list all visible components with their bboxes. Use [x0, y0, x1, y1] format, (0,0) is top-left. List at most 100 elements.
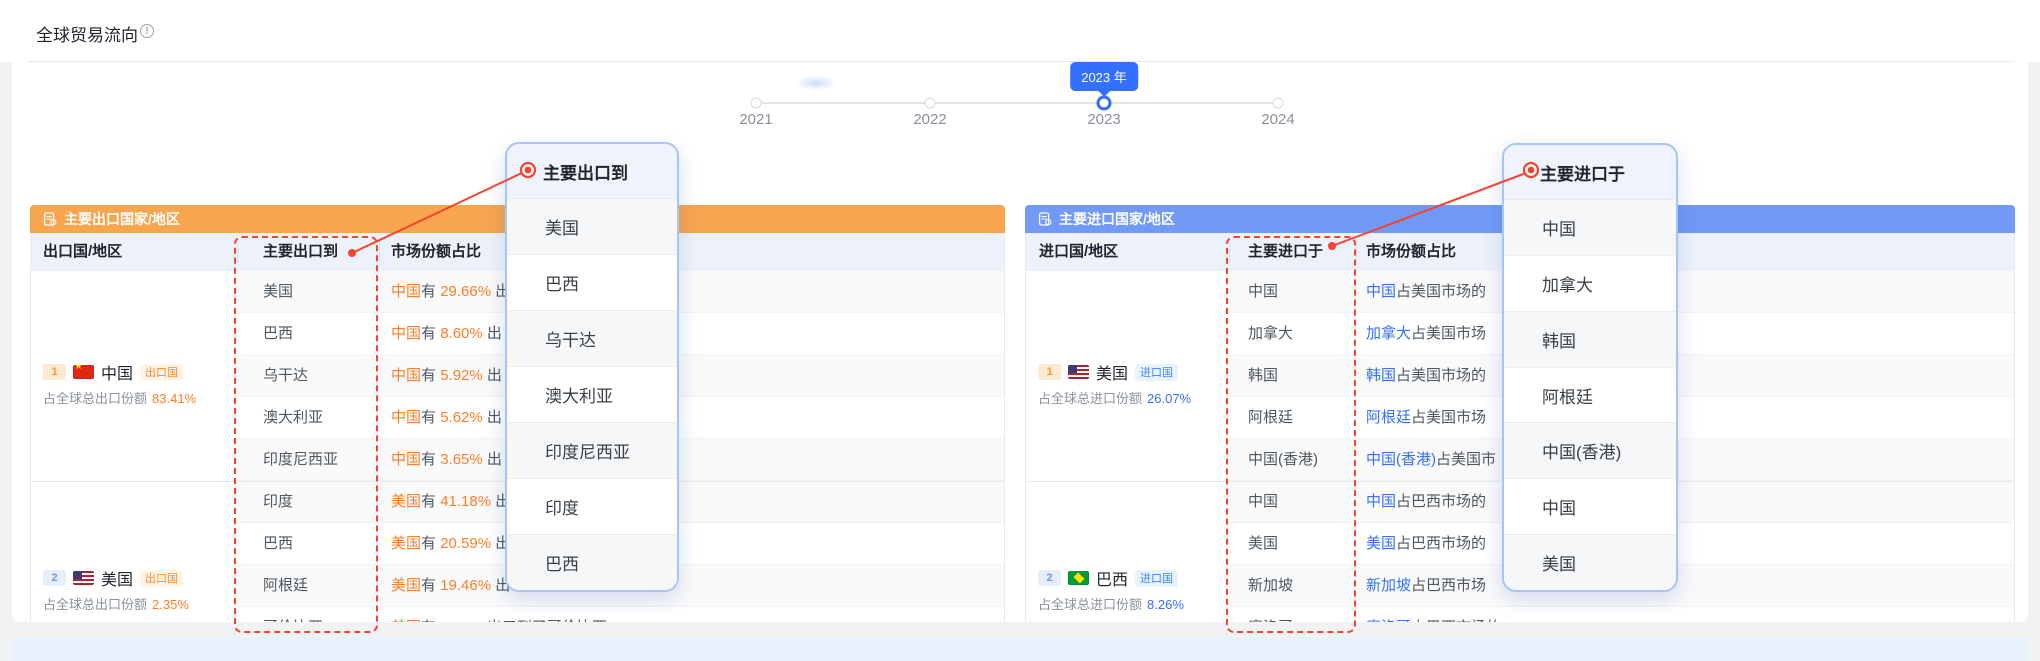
role-badge: 出口国: [140, 364, 183, 381]
country-name: 美国: [1096, 360, 1128, 384]
share-text: 有: [421, 451, 440, 468]
slider-track[interactable]: [756, 102, 1278, 104]
share-text: 占美国市: [1436, 451, 1496, 468]
rank-badge: 2: [1038, 570, 1061, 586]
year-dot-2022[interactable]: [925, 98, 936, 109]
share-text: 有: [421, 367, 440, 384]
share-percent: 20.59%: [440, 535, 491, 552]
year-label-2021: 2021: [739, 111, 772, 128]
year-dot-2024[interactable]: [1273, 98, 1284, 109]
year-dot-2021[interactable]: [751, 98, 762, 109]
share-country: 中国(香港): [1366, 451, 1436, 468]
country-badge-row: 1★中国出口国: [43, 362, 183, 382]
year-tooltip: 2023 年: [1070, 62, 1138, 91]
popup-item[interactable]: 阿根廷: [1504, 368, 1676, 424]
market-share-cell: 美国有 20.59% 出: [391, 523, 510, 565]
share-country: 中国: [391, 283, 421, 300]
report-icon: [1038, 212, 1052, 226]
global-share-label: 占全球总出口份额: [43, 391, 147, 406]
share-percent: 41.18%: [440, 493, 491, 510]
share-percent: 8.82%: [440, 619, 483, 622]
popup-item[interactable]: 巴西: [507, 535, 677, 590]
market-share-cell: 中国有 5.92% 出: [391, 355, 502, 397]
popup-item[interactable]: 美国: [1504, 535, 1676, 590]
popup-item[interactable]: 加拿大: [1504, 256, 1676, 312]
share-country: 摩洛哥: [1366, 619, 1411, 622]
share-country: 中国: [1366, 493, 1396, 510]
popup-item[interactable]: 澳大利亚: [507, 367, 677, 423]
market-share-cell: 新加坡占巴西市场: [1366, 565, 1486, 607]
popup-item[interactable]: 中国(香港): [1504, 423, 1676, 479]
decorative-watermark: [795, 76, 837, 90]
share-text: 占美国市场: [1411, 325, 1486, 342]
market-share-cell: 中国(香港)占美国市: [1366, 439, 1496, 481]
share-country: 美国: [391, 493, 421, 510]
import-table-title: 主要进口国家/地区: [1059, 209, 1175, 229]
market-share-cell: 美国有 19.46% 出: [391, 565, 510, 607]
share-text: 占巴西市场的: [1396, 493, 1486, 510]
flag-detail: [1073, 573, 1084, 584]
share-percent: 19.46%: [440, 577, 491, 594]
col-header: 出口国/地区: [43, 233, 122, 271]
info-icon[interactable]: !: [140, 24, 154, 38]
share-country: 中国: [391, 325, 421, 342]
global-share-value: 83.41%: [152, 391, 196, 406]
import-column-highlight-box: [1226, 236, 1356, 633]
share-country: 阿根廷: [1366, 409, 1411, 426]
share-text: 有: [421, 619, 440, 622]
popup-item[interactable]: 印度尼西亚: [507, 423, 677, 479]
share-percent: 8.60%: [440, 325, 483, 342]
country-cell: 1★中国出口国占全球总出口份额83.41%: [31, 271, 237, 481]
share-text: 有: [421, 325, 440, 342]
global-share-value: 8.26%: [1147, 597, 1184, 612]
market-share-cell: 中国占美国市场的: [1366, 271, 1486, 313]
market-share-cell: 美国有 41.18% 出: [391, 481, 510, 523]
column-divider: [379, 239, 380, 265]
share-text: 占美国市场的: [1396, 283, 1486, 300]
role-badge: 出口国: [140, 570, 183, 587]
year-dot-2023[interactable]: [1097, 96, 1112, 111]
country-name: 巴西: [1096, 566, 1128, 590]
popup-item[interactable]: 美国: [507, 199, 677, 255]
col-header: 市场份额占比: [391, 233, 481, 271]
share-percent: 1.09%: [1505, 619, 1548, 622]
country-cell: 1美国进口国占全球总进口份额26.07%: [1026, 271, 1229, 481]
share-country: 加拿大: [1366, 325, 1411, 342]
global-share-value: 2.35%: [152, 597, 189, 612]
popup-item[interactable]: 巴西: [507, 255, 677, 311]
global-share-value: 26.07%: [1147, 391, 1191, 406]
export-column-highlight-box: [234, 236, 378, 633]
page-title: 全球贸易流向: [36, 21, 138, 46]
year-label-2023: 2023: [1087, 111, 1120, 128]
country-flag-br-icon: [1068, 571, 1089, 585]
popup-item[interactable]: 中国: [1504, 200, 1676, 256]
role-badge: 进口国: [1135, 364, 1178, 381]
global-share-label: 占全球总出口份额: [43, 597, 147, 612]
country-flag-us-icon: [73, 571, 94, 585]
popup-item[interactable]: 韩国: [1504, 312, 1676, 368]
global-share-line: 占全球总出口份额 2.35%: [43, 594, 189, 613]
share-text: 有: [421, 283, 440, 300]
export-popup: 主要出口到美国巴西乌干达澳大利亚印度尼西亚印度巴西: [505, 142, 679, 592]
import-popup-title: 主要进口于: [1504, 145, 1676, 200]
global-share-label: 占全球总进口份额: [1038, 391, 1142, 406]
rank-badge: 1: [43, 364, 66, 380]
popup-item[interactable]: 印度: [507, 479, 677, 535]
page: 全球贸易流向 ! 2021202220232024 2023 年 主要出口国家/…: [0, 0, 2040, 661]
share-percent: 5.92%: [440, 367, 483, 384]
share-country: 中国: [391, 451, 421, 468]
import-popup: 主要进口于中国加拿大韩国阿根廷中国(香港)中国美国: [1502, 143, 1678, 592]
global-share-line: 占全球总进口份额8.26%: [1038, 594, 1184, 613]
rank-badge: 2: [43, 570, 66, 586]
flag-detail: ★: [74, 365, 83, 372]
global-share-line: 占全球总出口份额 83.41%: [43, 388, 196, 407]
popup-item[interactable]: 乌干达: [507, 311, 677, 367]
market-share-cell: 美国有 8.82% 出口到了哥伦比亚: [391, 607, 607, 622]
share-text: 出: [483, 325, 502, 342]
country-flag-cn-icon: ★: [73, 365, 94, 379]
popup-item[interactable]: 中国: [1504, 479, 1676, 535]
col-header: 市场份额占比: [1366, 233, 1456, 271]
column-divider: [378, 271, 379, 622]
year-label-2024: 2024: [1261, 111, 1294, 128]
country-flag-us-icon: [1068, 365, 1089, 379]
